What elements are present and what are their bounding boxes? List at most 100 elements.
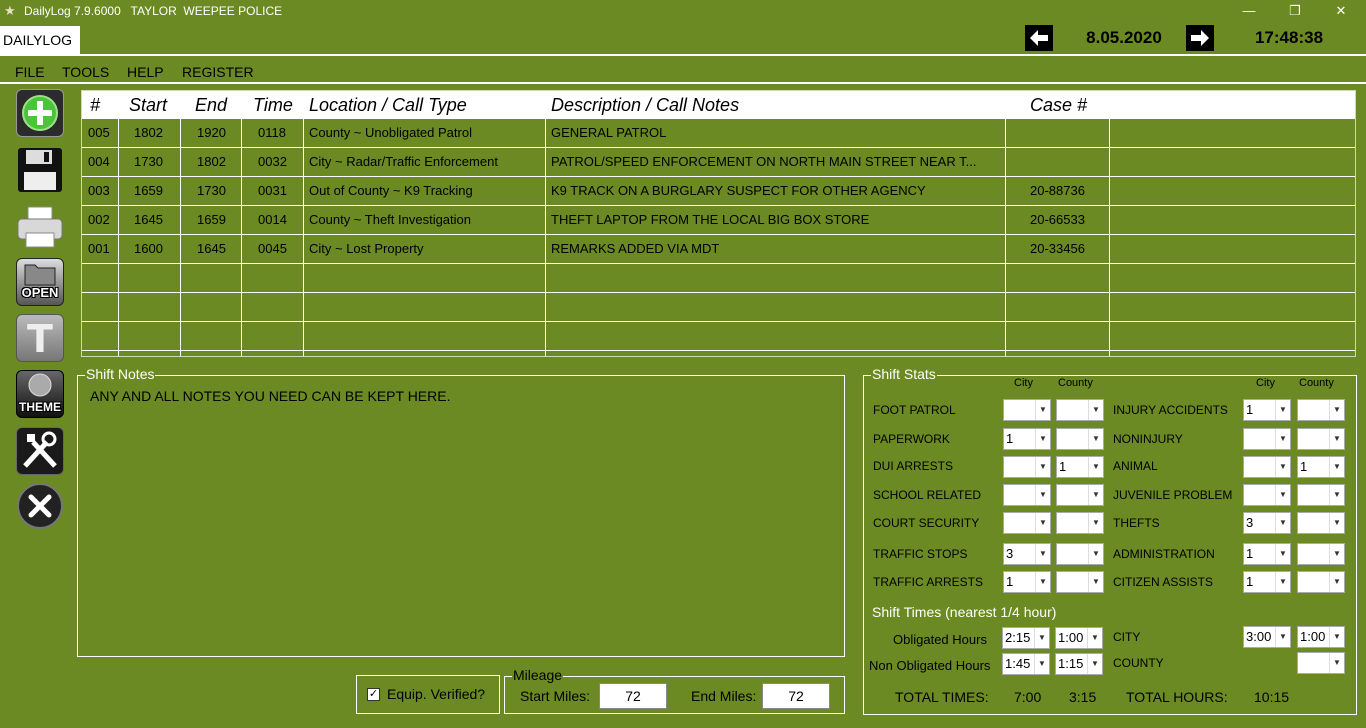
stat-county-select[interactable]: ▼ — [1297, 512, 1345, 534]
table-cell[interactable]: County ~ Theft Investigation — [309, 206, 471, 234]
col-header-description[interactable]: Description / Call Notes — [551, 91, 739, 119]
menu-help[interactable]: HELP — [127, 64, 164, 80]
table-cell[interactable]: 0031 — [258, 177, 287, 205]
table-cell[interactable]: 20-88736 — [1030, 177, 1085, 205]
stat-county-select[interactable]: ▼ — [1297, 399, 1345, 421]
stat-city-select[interactable]: 3 ▼ — [1243, 512, 1291, 534]
col-header-case[interactable]: Case # — [1030, 91, 1087, 119]
open-button[interactable]: OPEN — [16, 258, 64, 306]
stat-city-select[interactable]: 1 ▼ — [1243, 399, 1291, 421]
col-header-end[interactable]: End — [195, 91, 227, 119]
stat-county-select[interactable]: ▼ — [1297, 484, 1345, 506]
exit-button[interactable] — [16, 482, 64, 530]
non-obligated-hours-select[interactable]: 1:45 ▼ — [1002, 653, 1050, 675]
stat-city-select[interactable]: ▼ — [1003, 512, 1051, 534]
table-cell[interactable]: City ~ Lost Property — [309, 235, 424, 263]
stat-county-select[interactable]: ▼ — [1297, 428, 1345, 450]
restore-button[interactable]: ❐ — [1272, 0, 1318, 23]
stat-city-select[interactable]: ▼ — [1243, 456, 1291, 478]
stat-city-select[interactable]: 3 ▼ — [1003, 543, 1051, 565]
save-button[interactable] — [16, 146, 64, 194]
obligated-minutes-select[interactable]: 1:00 ▼ — [1055, 627, 1103, 649]
table-cell[interactable]: Out of County ~ K9 Tracking — [309, 177, 473, 205]
close-window-button[interactable]: ✕ — [1318, 0, 1364, 23]
table-cell[interactable]: 002 — [88, 206, 110, 234]
theme-button[interactable]: THEME — [16, 370, 64, 418]
table-cell[interactable]: 003 — [88, 177, 110, 205]
table-cell[interactable]: City ~ Radar/Traffic Enforcement — [309, 148, 498, 176]
table-cell[interactable]: 0118 — [258, 119, 286, 147]
call-log-table[interactable]: # Start End Time Location / Call Type De… — [81, 90, 1356, 357]
tools-button[interactable] — [16, 427, 64, 475]
table-cell[interactable]: GENERAL PATROL — [551, 119, 1001, 147]
menu-file[interactable]: FILE — [15, 64, 45, 80]
non-obligated-minutes-select[interactable]: 1:15 ▼ — [1055, 653, 1103, 675]
next-day-button[interactable] — [1186, 25, 1214, 51]
col-header-number[interactable]: # — [90, 91, 100, 119]
stat-city-select[interactable]: 1 ▼ — [1003, 571, 1051, 593]
stat-city-select[interactable]: 1 ▼ — [1243, 543, 1291, 565]
table-cell[interactable]: 0032 — [258, 148, 287, 176]
minimize-button[interactable]: — — [1226, 0, 1272, 23]
stat-county-select[interactable]: ▼ — [1056, 428, 1104, 450]
stat-city-select[interactable]: ▼ — [1003, 456, 1051, 478]
add-entry-button[interactable] — [16, 89, 64, 137]
shift-stats-label: Shift Stats — [871, 366, 937, 382]
table-cell[interactable]: 1730 — [134, 148, 163, 176]
city-time-select-a[interactable]: 3:00 ▼ — [1243, 626, 1291, 648]
shift-notes-text[interactable]: ANY AND ALL NOTES YOU NEED CAN BE KEPT H… — [90, 388, 451, 404]
prev-day-button[interactable] — [1025, 25, 1053, 51]
stat-county-select[interactable]: 1 ▼ — [1056, 456, 1104, 478]
table-cell[interactable]: County ~ Unobligated Patrol — [309, 119, 472, 147]
table-cell[interactable]: 20-33456 — [1030, 235, 1085, 263]
table-cell[interactable]: 0014 — [258, 206, 287, 234]
table-cell[interactable]: 004 — [88, 148, 110, 176]
table-cell[interactable]: 0045 — [258, 235, 287, 263]
shift-notes-box[interactable] — [77, 375, 845, 657]
stat-county-select[interactable]: 1 ▼ — [1297, 456, 1345, 478]
city-time-select-b[interactable]: 1:00 ▼ — [1297, 626, 1345, 648]
col-header-time[interactable]: Time — [253, 91, 293, 119]
table-cell[interactable]: 1802 — [197, 148, 226, 176]
table-cell[interactable]: 1659 — [134, 177, 163, 205]
stat-county-select[interactable]: ▼ — [1056, 571, 1104, 593]
county-time-select[interactable]: ▼ — [1297, 652, 1345, 674]
col-header-location[interactable]: Location / Call Type — [309, 91, 467, 119]
stat-city-select[interactable]: ▼ — [1003, 399, 1051, 421]
menu-tools[interactable]: TOOLS — [62, 64, 109, 80]
end-miles-input[interactable]: 72 — [762, 683, 830, 709]
stat-city-select[interactable]: ▼ — [1003, 484, 1051, 506]
table-cell[interactable]: 001 — [88, 235, 110, 263]
equip-verified-checkbox[interactable]: ✓ — [367, 688, 380, 701]
menu-register[interactable]: REGISTER — [182, 64, 254, 80]
table-cell[interactable]: 005 — [88, 119, 110, 147]
tab-dailylog[interactable]: DAILYLOG — [0, 26, 80, 54]
table-cell[interactable]: 1645 — [134, 206, 163, 234]
text-button[interactable]: T — [16, 314, 64, 362]
stat-county-select[interactable]: ▼ — [1056, 484, 1104, 506]
stat-county-select[interactable]: ▼ — [1056, 543, 1104, 565]
stat-county-select[interactable]: ▼ — [1297, 571, 1345, 593]
table-cell[interactable]: 20-66533 — [1030, 206, 1085, 234]
start-miles-input[interactable]: 72 — [599, 683, 667, 709]
table-cell[interactable]: 1600 — [134, 235, 163, 263]
stat-county-select[interactable]: ▼ — [1056, 512, 1104, 534]
table-cell[interactable]: K9 TRACK ON A BURGLARY SUSPECT FOR OTHER… — [551, 177, 1001, 205]
table-cell[interactable]: 1659 — [197, 206, 226, 234]
table-cell[interactable]: 1920 — [197, 119, 226, 147]
table-cell[interactable]: REMARKS ADDED VIA MDT — [551, 235, 1001, 263]
table-cell[interactable]: 1645 — [197, 235, 226, 263]
table-cell[interactable]: THEFT LAPTOP FROM THE LOCAL BIG BOX STOR… — [551, 206, 1001, 234]
table-cell[interactable]: PATROL/SPEED ENFORCEMENT ON NORTH MAIN S… — [551, 148, 1001, 176]
col-header-start[interactable]: Start — [129, 91, 167, 119]
stat-city-select[interactable]: 1 ▼ — [1003, 428, 1051, 450]
obligated-hours-select[interactable]: 2:15 ▼ — [1002, 627, 1050, 649]
table-cell[interactable]: 1730 — [197, 177, 226, 205]
stat-county-select[interactable]: ▼ — [1056, 399, 1104, 421]
print-button[interactable] — [16, 203, 64, 251]
table-cell[interactable]: 1802 — [134, 119, 163, 147]
stat-city-select[interactable]: 1 ▼ — [1243, 571, 1291, 593]
stat-city-select[interactable]: ▼ — [1243, 428, 1291, 450]
stat-county-select[interactable]: ▼ — [1297, 543, 1345, 565]
stat-city-select[interactable]: ▼ — [1243, 484, 1291, 506]
